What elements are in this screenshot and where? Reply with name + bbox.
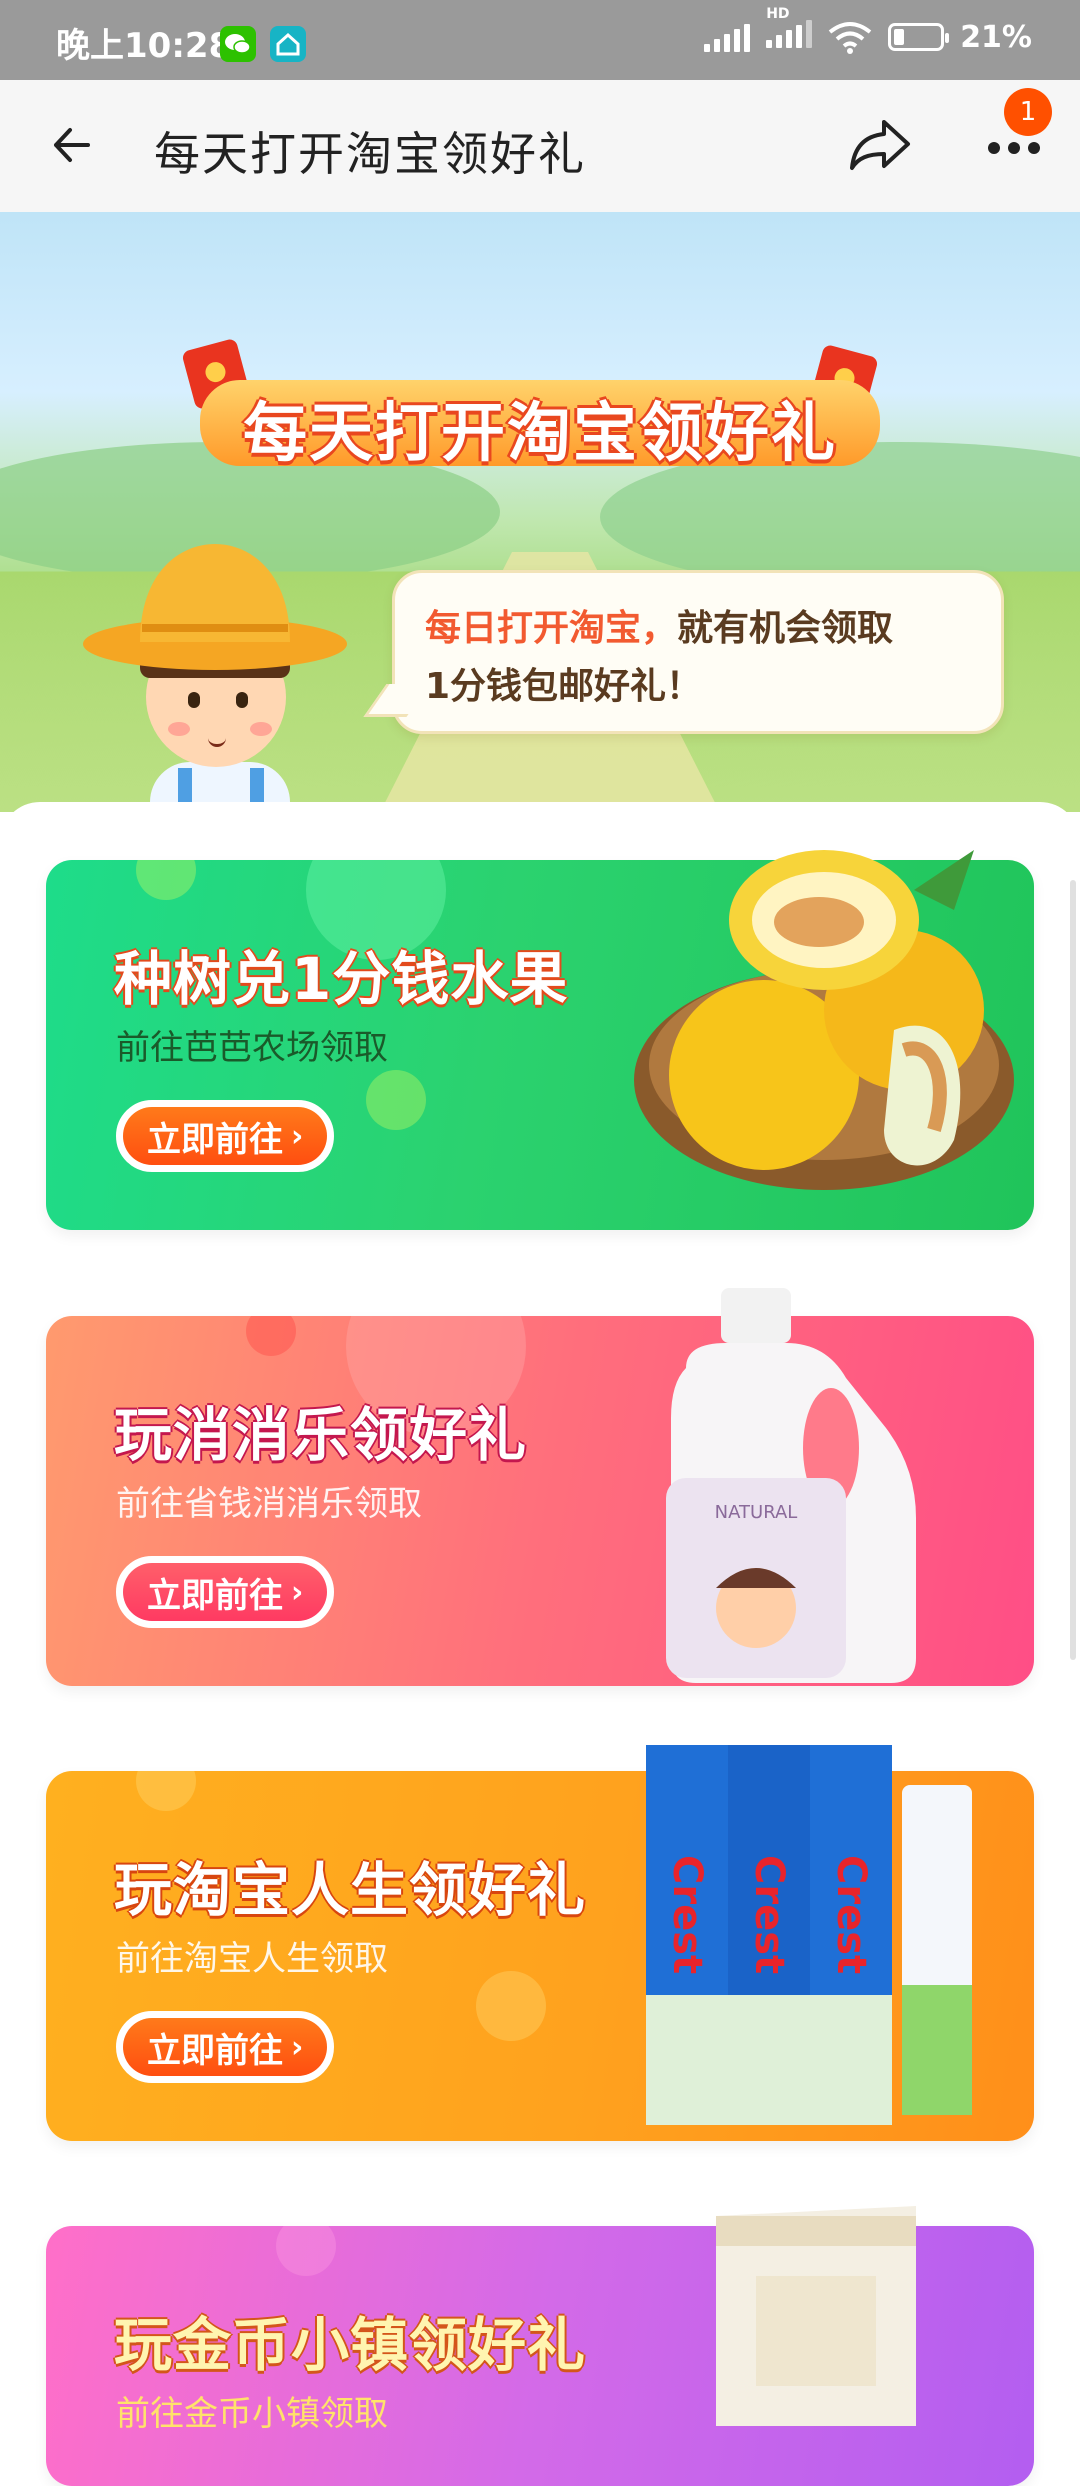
status-right: HD 21% <box>704 18 1032 56</box>
share-icon[interactable] <box>848 114 914 174</box>
signal-2-icon <box>766 18 812 48</box>
card-taobao-life[interactable]: 玩淘宝人生领好礼 前往淘宝人生领取 立即前往 › Crest Crest Cres… <box>46 1771 1034 2141</box>
wechat-icon <box>220 26 256 62</box>
bubble-rest: 就有机会领取 <box>677 608 893 649</box>
card-title: 种树兑1分钱水果 <box>114 932 568 1016</box>
card-subtitle: 前往淘宝人生领取 <box>116 1931 388 1980</box>
notification-badge: 1 <box>1004 88 1052 136</box>
brand-text: Crest <box>746 1855 792 1974</box>
card-subtitle: 前往省钱消消乐领取 <box>116 1476 422 1525</box>
eye <box>236 692 248 708</box>
bubble-line-2: 1分钱包邮好礼！ <box>425 657 702 709</box>
go-button-label: 立即前往 <box>147 1112 283 1161</box>
back-arrow-icon[interactable] <box>48 120 98 170</box>
rice-bag-icon <box>696 2196 936 2426</box>
battery-icon <box>888 23 944 51</box>
hero-banner: 每天打开淘宝领好礼 每日打开淘宝，就有机会领取 1分钱包邮好礼！ <box>0 212 1080 812</box>
card-coin-town[interactable]: 玩金币小镇领好礼 前往金币小镇领取 <box>46 2226 1034 2486</box>
bokeh <box>136 860 196 900</box>
chevron-right-icon: › <box>291 2030 303 2065</box>
hd-label: HD <box>766 6 789 22</box>
bokeh <box>476 1971 546 2041</box>
chevron-right-icon: › <box>291 1119 303 1154</box>
toothpaste-boxes-icon: Crest Crest Crest <box>646 1745 1026 2125</box>
card-title: 玩淘宝人生领好礼 <box>114 1843 586 1927</box>
bokeh <box>276 2226 336 2276</box>
go-button[interactable]: 立即前往 › <box>116 2011 334 2083</box>
home-app-icon <box>270 26 306 62</box>
status-time: 晚上10:28 <box>56 18 232 67</box>
melon-basket-icon <box>614 830 1034 1210</box>
bubble-highlight: 每日打开淘宝， <box>425 608 677 649</box>
card-subtitle: 前往金币小镇领取 <box>116 2386 388 2435</box>
speech-bubble: 每日打开淘宝，就有机会领取 1分钱包邮好礼！ <box>392 570 1004 734</box>
go-button-label: 立即前往 <box>147 1568 283 1617</box>
signal-icon <box>704 22 750 52</box>
hero-title: 每天打开淘宝领好礼 <box>200 382 880 474</box>
battery-percent: 21% <box>960 20 1032 55</box>
go-button[interactable]: 立即前往 › <box>116 1100 334 1172</box>
nav-bar: 每天打开淘宝领好礼 <box>0 80 1080 213</box>
brand-text: Crest <box>828 1855 874 1974</box>
go-button[interactable]: 立即前往 › <box>116 1556 334 1628</box>
status-bar: 晚上10:28 HD 21% <box>0 0 1080 80</box>
page-title: 每天打开淘宝领好礼 <box>154 118 586 184</box>
hero-title-wrap: 每天打开淘宝领好礼 <box>200 360 880 470</box>
eye <box>188 692 200 708</box>
straw-hat-icon <box>80 532 350 692</box>
bottle-text: NATURAL <box>715 1502 798 1523</box>
cheek <box>250 722 272 736</box>
bokeh <box>366 1070 426 1130</box>
cheek <box>168 722 190 736</box>
go-button-label: 立即前往 <box>147 2023 283 2072</box>
farmer-mascot <box>80 532 350 812</box>
card-xiaoxiaole[interactable]: 玩消消乐领好礼 前往省钱消消乐领取 立即前往 › NATURAL <box>46 1316 1034 1686</box>
card-subtitle: 前往芭芭农场领取 <box>116 1020 388 1069</box>
bokeh <box>246 1316 296 1356</box>
detergent-bottle-icon: NATURAL <box>626 1288 946 1688</box>
scrollbar[interactable] <box>1070 880 1076 1660</box>
bokeh <box>136 1771 196 1811</box>
chevron-right-icon: › <box>291 1575 303 1610</box>
bubble-line-1: 每日打开淘宝，就有机会领取 <box>425 599 893 651</box>
wifi-icon <box>828 20 872 54</box>
brand-text: Crest <box>664 1855 710 1974</box>
card-farm[interactable]: 种树兑1分钱水果 前往芭芭农场领取 立即前往 › <box>46 860 1034 1230</box>
card-title: 玩金币小镇领好礼 <box>114 2298 586 2382</box>
card-title: 玩消消乐领好礼 <box>114 1388 527 1472</box>
